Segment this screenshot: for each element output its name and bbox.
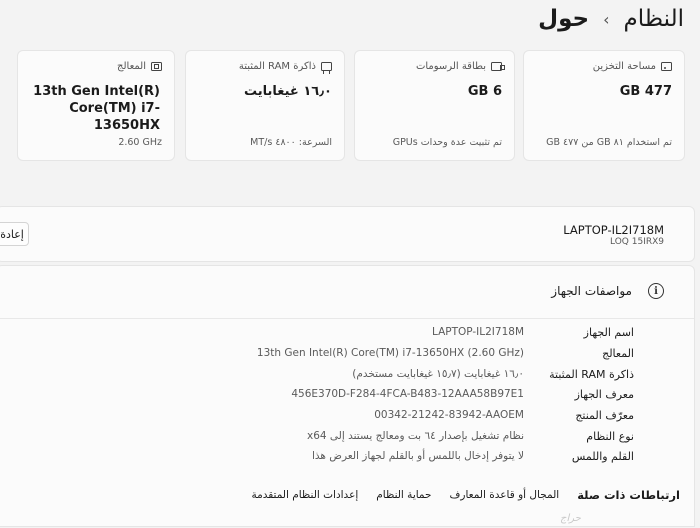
- ram-icon: [321, 62, 332, 74]
- card-value: 6 GB: [467, 84, 502, 99]
- card-title: المعالج: [117, 61, 146, 72]
- spec-value[interactable]: 456E370D-F284-4FCA-B483-12AAA58B97E1: [291, 388, 524, 400]
- card-title: بطاقة الرسومات: [415, 61, 486, 72]
- spec-row: معرف الجهاز 456E370D-F284-4FCA-B483-12AA…: [0, 385, 694, 405]
- rename-button[interactable]: إعادة: [0, 222, 29, 246]
- card-ram[interactable]: ذاكرة RAM المثبتة ١٦٫٠ غيغابايت السرعة: …: [185, 50, 345, 161]
- storage-icon: [661, 62, 672, 71]
- spec-value[interactable]: 13th Gen Intel(R) Core(TM) i7-13650HX (2…: [257, 347, 524, 359]
- card-foot: السرعة: ٤٨٠٠ MT/s: [250, 137, 332, 148]
- link-advanced-system-settings[interactable]: إعدادات النظام المتقدمة: [251, 489, 358, 501]
- link-system-protection[interactable]: حماية النظام: [376, 489, 431, 501]
- chevron-left-icon: ›: [603, 9, 610, 29]
- related-links-title: ارتباطات ذات صلة: [577, 488, 680, 502]
- card-title: ذاكرة RAM المثبتة: [238, 61, 316, 72]
- info-icon: i: [648, 283, 664, 299]
- breadcrumb: النظام › حول: [538, 6, 684, 32]
- spec-value[interactable]: 00342-21242-83942-AAOEM: [374, 409, 524, 421]
- card-value: 477 GB: [619, 84, 672, 99]
- spec-label: ذاكرة RAM المثبتة: [549, 368, 634, 381]
- card-value: ١٦٫٠ غيغابايت: [243, 84, 332, 99]
- gpu-icon: [491, 62, 505, 71]
- spec-label: نوع النظام: [586, 430, 634, 443]
- cpu-icon: [151, 62, 162, 71]
- spec-row: ذاكرة RAM المثبتة ١٦٫٠ غيغابايت (١٥٫٧ غي…: [0, 365, 694, 385]
- device-model: LOQ 15IRX9: [610, 237, 664, 247]
- watermark: حراج: [560, 513, 581, 524]
- link-domain-workgroup[interactable]: المجال أو قاعدة المعارف: [450, 489, 560, 501]
- specs-title: مواصفات الجهاز: [551, 284, 632, 298]
- spec-row: اسم الجهاز LAPTOP-IL2I718M: [0, 323, 694, 343]
- card-graphics[interactable]: بطاقة الرسومات 6 GB تم تثبيت عدة وحدات G…: [354, 50, 515, 161]
- spec-value[interactable]: ١٦٫٠ غيغابايت (١٥٫٧ غيغابايت مستخدم): [352, 368, 524, 380]
- specs-header[interactable]: i مواصفات الجهاز: [0, 266, 694, 319]
- card-foot: 2.60 GHz: [118, 137, 162, 148]
- device-name: LAPTOP-IL2I718M: [563, 223, 664, 237]
- spec-row: نوع النظام نظام تشغيل بإصدار ٦٤ بت ومعال…: [0, 427, 694, 447]
- related-links: ارتباطات ذات صلة المجال أو قاعدة المعارف…: [240, 488, 680, 502]
- spec-value[interactable]: LAPTOP-IL2I718M: [432, 326, 524, 338]
- card-title: مساحة التخزين: [592, 61, 656, 72]
- spec-label: معرّف المنتج: [575, 409, 634, 422]
- page-title: حول: [538, 6, 590, 32]
- spec-row: معرّف المنتج 00342-21242-83942-AAOEM: [0, 406, 694, 426]
- spec-label: اسم الجهاز: [583, 326, 634, 339]
- spec-value[interactable]: لا يتوفر إدخال باللمس أو بالقلم لجهاز ال…: [312, 450, 524, 462]
- card-processor[interactable]: المعالج 13th Gen Intel(R) Core(TM) i7-13…: [17, 50, 175, 161]
- card-value: 13th Gen Intel(R) Core(TM) i7-13650HX: [33, 84, 160, 133]
- spec-row: المعالج 13th Gen Intel(R) Core(TM) i7-13…: [0, 344, 694, 364]
- spec-value[interactable]: نظام تشغيل بإصدار ٦٤ بت ومعالج يستند إلى…: [307, 430, 524, 442]
- spec-label: معرف الجهاز: [574, 388, 634, 401]
- card-foot: تم استخدام ٨١ GB من ٤٧٧ GB: [546, 137, 672, 148]
- spec-label: المعالج: [602, 347, 634, 360]
- card-storage[interactable]: مساحة التخزين 477 GB تم استخدام ٨١ GB من…: [523, 50, 685, 161]
- spec-row: القلم واللمس لا يتوفر إدخال باللمس أو با…: [0, 447, 694, 467]
- breadcrumb-parent-system[interactable]: النظام: [624, 6, 684, 32]
- spec-label: القلم واللمس: [571, 450, 634, 463]
- device-name-panel: LAPTOP-IL2I718M LOQ 15IRX9 إعادة: [0, 206, 695, 262]
- card-foot: تم تثبيت عدة وحدات GPUs: [392, 137, 502, 148]
